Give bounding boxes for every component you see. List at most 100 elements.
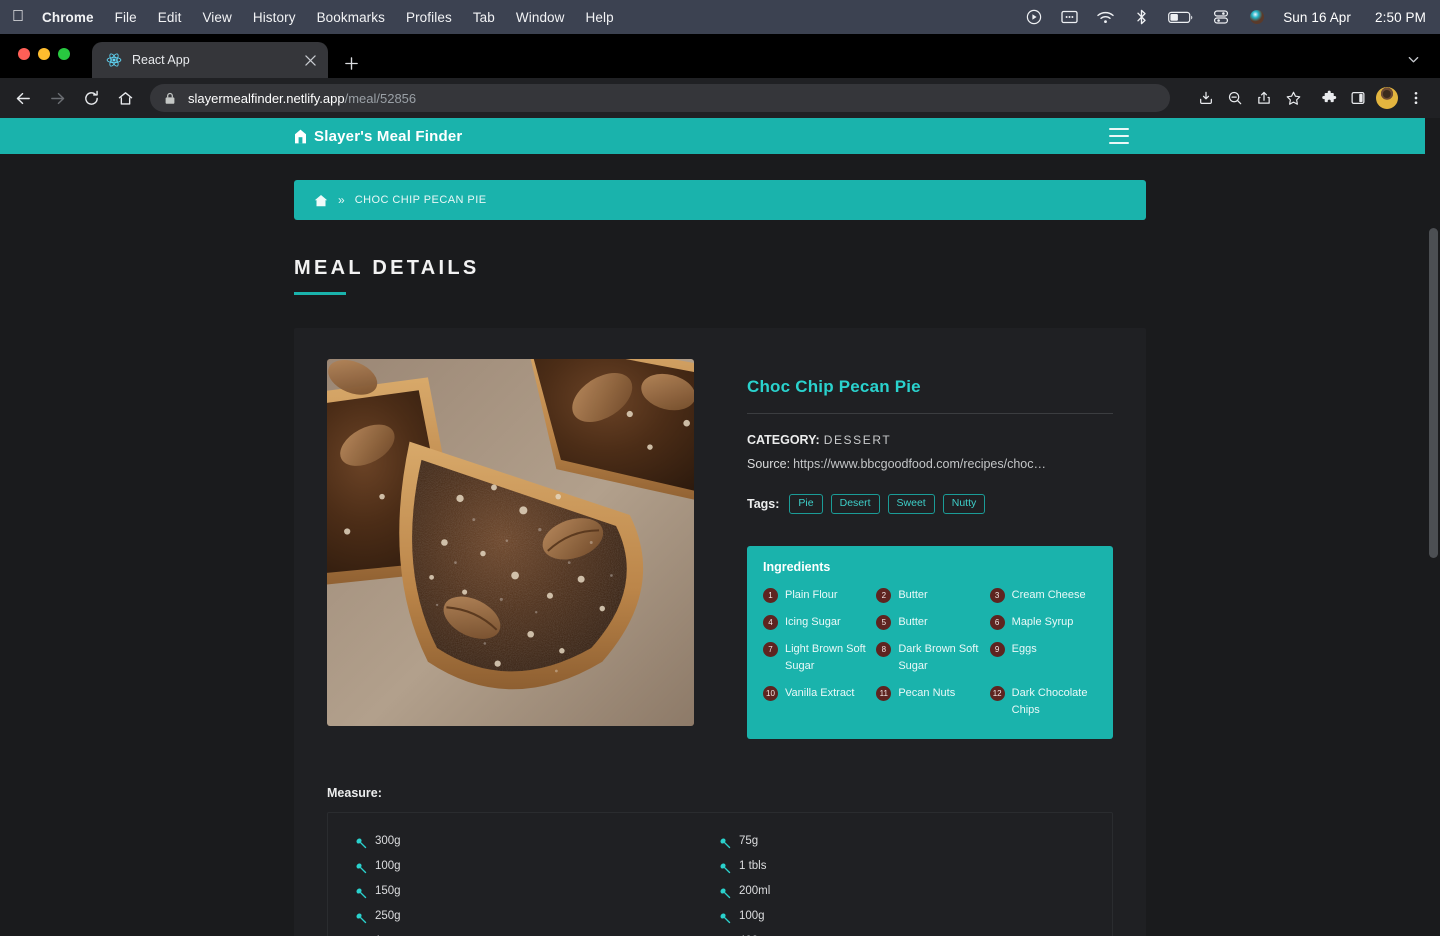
ingredient-item[interactable]: 4 Icing Sugar xyxy=(763,610,870,635)
ingredient-item[interactable]: 8 Dark Brown Soft Sugar xyxy=(876,637,983,679)
measure-item: 150g xyxy=(356,885,720,899)
new-tab-button[interactable] xyxy=(338,50,364,76)
scrollbar-thumb[interactable] xyxy=(1429,228,1438,558)
bluetooth-icon[interactable] xyxy=(1132,8,1151,27)
ingredient-name: Plain Flour xyxy=(785,589,838,602)
tag-chip[interactable]: Nutty xyxy=(942,494,986,515)
measure-box: 300g 100g 150g 250g 1 tsp 200g 75g 1 tbl… xyxy=(327,812,1113,936)
reload-icon[interactable] xyxy=(76,83,106,113)
ingredient-name: Vanilla Extract xyxy=(785,687,855,700)
tag-chip[interactable]: Sweet xyxy=(887,494,935,515)
home-icon[interactable] xyxy=(110,83,140,113)
extensions-puzzle-icon[interactable] xyxy=(1315,84,1343,112)
page-scrollbar[interactable] xyxy=(1425,118,1440,936)
arrow-left-icon[interactable] xyxy=(8,83,38,113)
meal-title: Choc Chip Pecan Pie xyxy=(747,377,921,396)
measure-value: 300g xyxy=(375,835,401,848)
measure-value: 100g xyxy=(739,910,765,923)
bookmark-star-icon[interactable] xyxy=(1279,84,1307,112)
meal-category-row: CATEGORY: DESSERT xyxy=(747,433,1113,447)
meal-image xyxy=(327,359,694,726)
menu-item-file[interactable]: File xyxy=(115,10,137,25)
hamburger-menu-icon[interactable] xyxy=(1109,128,1129,144)
measure-spoon-icon xyxy=(720,836,731,849)
chrome-menu-icon[interactable] xyxy=(1402,84,1430,112)
control-center-icon[interactable] xyxy=(1211,8,1230,27)
maximize-window-button[interactable] xyxy=(58,48,70,60)
share-icon[interactable] xyxy=(1250,84,1278,112)
ingredient-number: 3 xyxy=(989,588,1005,604)
measure-value: 75g xyxy=(739,835,759,848)
measure-spoon-icon xyxy=(720,861,731,874)
zoom-out-icon[interactable] xyxy=(1221,84,1249,112)
wifi-icon[interactable] xyxy=(1096,8,1115,27)
ingredient-item[interactable]: 12 Dark Chocolate Chips xyxy=(989,681,1097,723)
close-window-button[interactable] xyxy=(18,48,30,60)
page-viewport: Slayer's Meal Finder » CHOC CHIP PECAN P… xyxy=(0,118,1440,936)
ingredient-item[interactable]: 1 Plain Flour xyxy=(763,583,870,608)
ingredient-item[interactable]: 5 Butter xyxy=(876,610,983,635)
ingredient-item[interactable]: 3 Cream Cheese xyxy=(989,583,1097,608)
measure-value: 100g xyxy=(375,860,401,873)
apple-logo-icon[interactable]:  xyxy=(12,9,24,25)
ingredient-number: 9 xyxy=(989,642,1005,658)
ingredient-item[interactable]: 11 Pecan Nuts xyxy=(876,681,983,723)
tag-chip[interactable]: Pie xyxy=(789,494,823,515)
measure-spoon-icon xyxy=(356,861,367,874)
menu-item-profiles[interactable]: Profiles xyxy=(406,10,452,25)
measure-item: 250g xyxy=(356,910,720,924)
ingredient-item[interactable]: 10 Vanilla Extract xyxy=(763,681,870,723)
tab-strip: React App xyxy=(0,34,1440,78)
ingredient-item[interactable]: 2 Butter xyxy=(876,583,983,608)
ingredient-name: Butter xyxy=(898,589,928,602)
menu-item-edit[interactable]: Edit xyxy=(158,10,182,25)
chevron-down-icon[interactable] xyxy=(1402,48,1424,70)
minimize-window-button[interactable] xyxy=(38,48,50,60)
ingredient-number: 1 xyxy=(763,588,778,604)
battery-icon[interactable] xyxy=(1168,8,1194,27)
ingredient-name: Icing Sugar xyxy=(785,616,841,629)
menu-item-view[interactable]: View xyxy=(202,10,231,25)
site-brand[interactable]: Slayer's Meal Finder xyxy=(294,128,462,145)
ingredient-number: 8 xyxy=(876,642,892,658)
category-value: DESSERT xyxy=(823,433,892,447)
address-bar-url: slayermealfinder.netlify.app/meal/52856 xyxy=(188,91,416,106)
close-icon[interactable] xyxy=(300,50,320,70)
lock-icon xyxy=(164,92,177,105)
measure-item: 1 tbls xyxy=(720,860,1084,874)
window-controls xyxy=(18,48,70,60)
menu-item-help[interactable]: Help xyxy=(586,10,614,25)
ingredient-item[interactable]: 7 Light Brown Soft Sugar xyxy=(763,637,870,679)
tags-label: Tags: xyxy=(747,497,780,512)
side-panel-icon[interactable] xyxy=(1344,84,1372,112)
install-app-icon[interactable] xyxy=(1192,84,1220,112)
menu-item-bookmarks[interactable]: Bookmarks xyxy=(317,10,385,25)
toolbar-actions xyxy=(1192,84,1430,112)
menu-item-chrome[interactable]: Chrome xyxy=(42,10,94,25)
ingredient-number: 7 xyxy=(763,642,778,658)
siri-icon[interactable] xyxy=(1247,8,1266,27)
breadcrumb-current: CHOC CHIP PECAN PIE xyxy=(354,194,487,206)
tag-chip[interactable]: Desert xyxy=(830,494,880,515)
menu-item-history[interactable]: History xyxy=(253,10,296,25)
browser-tab[interactable]: React App xyxy=(92,42,328,78)
measure-section: Measure: 300g 100g 150g 250g 1 tsp 200g … xyxy=(327,786,1113,936)
ingredient-item[interactable]: 9 Eggs xyxy=(989,637,1097,679)
home-icon[interactable] xyxy=(314,194,328,207)
measure-item: 300g xyxy=(356,835,720,849)
screen-mirroring-icon[interactable] xyxy=(1060,8,1079,27)
arrow-right-icon[interactable] xyxy=(42,83,72,113)
breadcrumb: » CHOC CHIP PECAN PIE xyxy=(294,180,1146,220)
ingredients-panel: Ingredients 1 Plain Flour 2 Butter 3 Cream … xyxy=(747,546,1113,740)
measure-item: 200ml xyxy=(720,885,1084,899)
control-center-play-icon[interactable] xyxy=(1024,8,1043,27)
ingredient-item[interactable]: 6 Maple Syrup xyxy=(989,610,1097,635)
tab-title: React App xyxy=(132,53,190,67)
ingredient-name: Dark Chocolate Chips xyxy=(1011,687,1088,717)
source-value[interactable]: https://www.bbcgoodfood.com/recipes/choc… xyxy=(793,457,1046,471)
address-bar[interactable]: slayermealfinder.netlify.app/meal/52856 xyxy=(150,84,1170,112)
ingredient-name: Cream Cheese xyxy=(1011,589,1086,602)
menu-item-window[interactable]: Window xyxy=(516,10,565,25)
profile-avatar[interactable] xyxy=(1376,87,1398,109)
menu-item-tab[interactable]: Tab xyxy=(473,10,495,25)
